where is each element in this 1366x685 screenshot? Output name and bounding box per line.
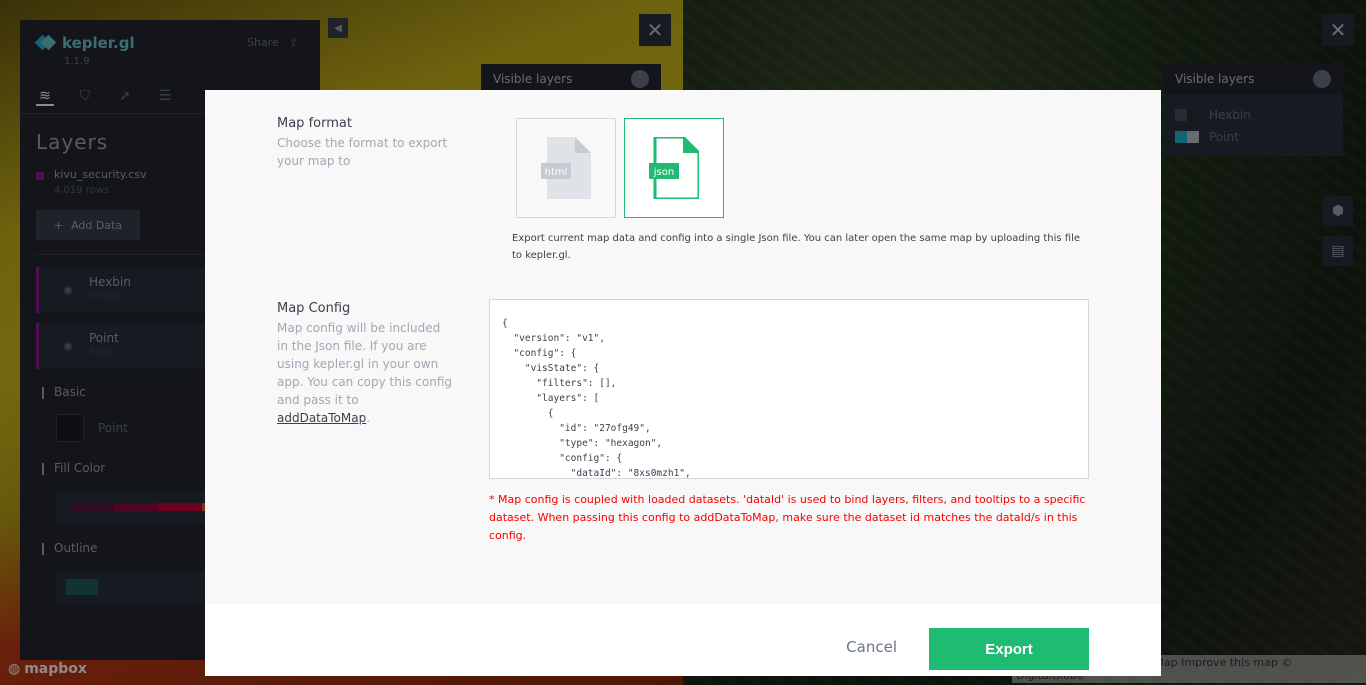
export-map-modal: Map format Choose the format to export y… <box>205 90 1161 676</box>
map-config-code[interactable]: { "version": "v1", "config": { "visState… <box>489 299 1089 479</box>
map-config-warning: * Map config is coupled with loaded data… <box>489 493 1086 542</box>
map-format-title: Map format <box>277 116 352 131</box>
link-suffix: . <box>366 411 371 425</box>
map-format-description: Choose the format to export your map to <box>277 136 448 168</box>
modal-footer: Cancel Export <box>205 604 1161 676</box>
add-data-to-map-link[interactable]: addDataToMap <box>277 411 366 425</box>
format-option-html[interactable]: html <box>516 118 616 218</box>
map-config-title: Map Config <box>277 301 351 316</box>
map-format-help: Export current map data and config into … <box>512 233 1080 261</box>
export-button[interactable]: Export <box>929 628 1089 670</box>
format-label-html: html <box>545 167 568 178</box>
html-file-icon: html <box>541 137 591 199</box>
json-file-icon: json <box>649 137 699 199</box>
map-config-json[interactable]: { "version": "v1", "config": { "visState… <box>502 316 1076 478</box>
format-option-json[interactable]: json <box>624 118 724 218</box>
map-config-description-text: Map config will be included in the Json … <box>277 321 452 407</box>
format-label-json: json <box>653 167 674 178</box>
map-config-description: Map config will be included in the Json … <box>277 319 452 427</box>
cancel-button[interactable]: Cancel <box>846 638 897 656</box>
